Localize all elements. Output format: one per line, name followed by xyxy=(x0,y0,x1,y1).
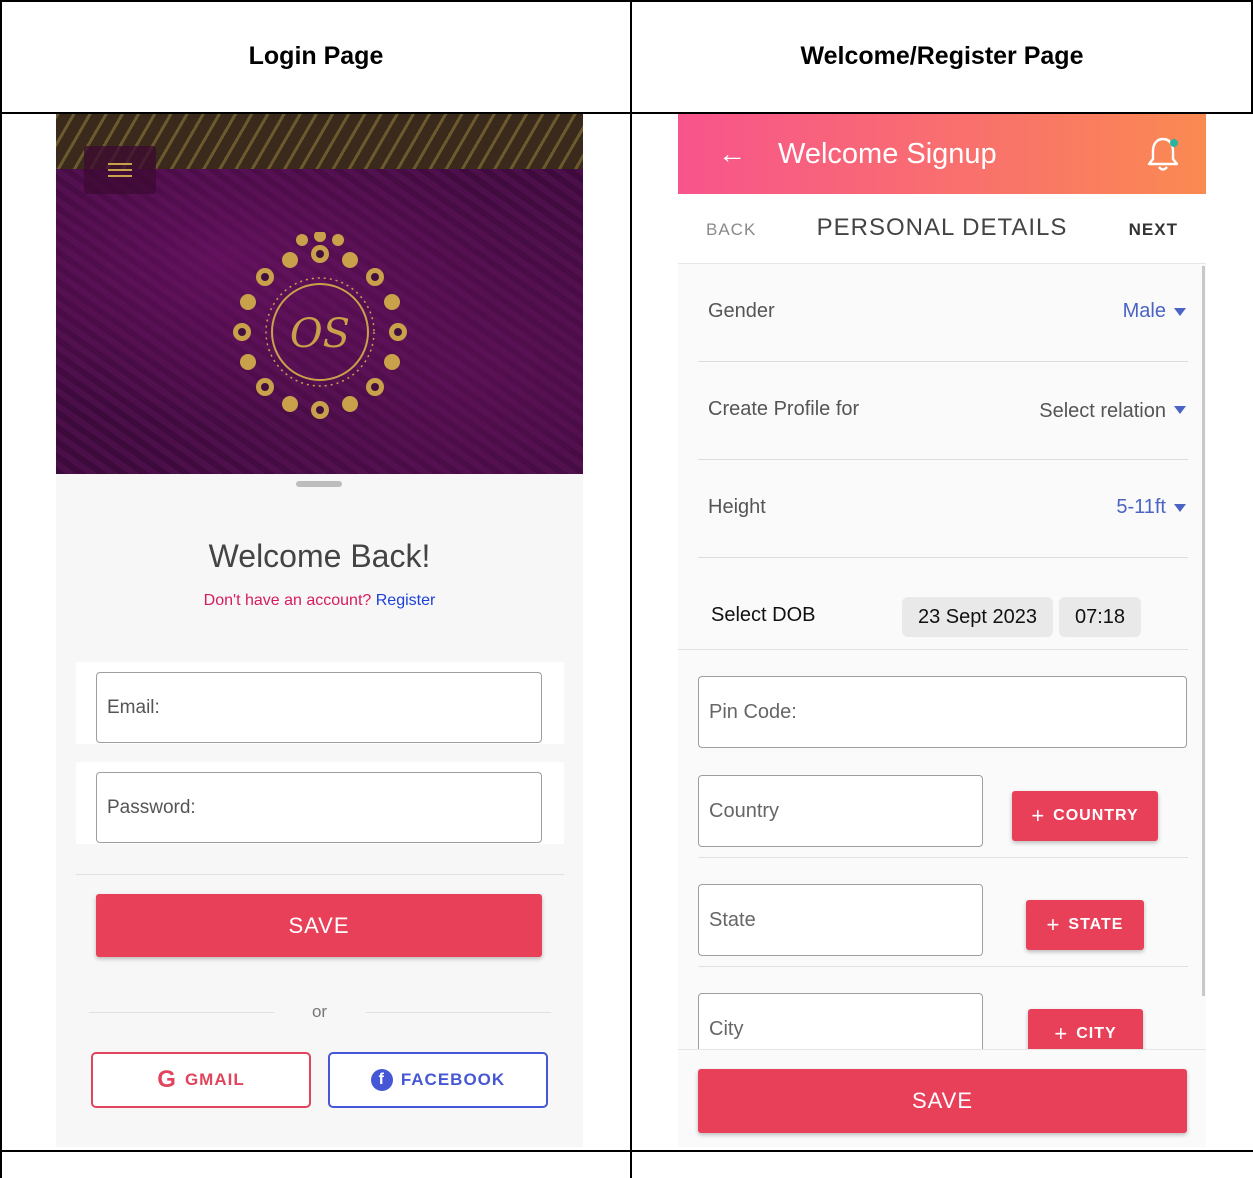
stepper-bar: BACK PERSONAL DETAILS NEXT xyxy=(678,194,1206,264)
dropdown-caret-icon xyxy=(1174,504,1186,512)
email-card: Email: xyxy=(76,662,564,744)
relation-label: Create Profile for xyxy=(708,398,860,420)
welcome-title: Welcome Back! xyxy=(208,538,431,574)
gmail-label: GMAIL xyxy=(184,1070,245,1089)
add-state-label: STATE xyxy=(1068,916,1124,933)
account-question: Don't have an account? xyxy=(203,592,372,609)
height-label: Height xyxy=(708,496,766,518)
scrollbar[interactable] xyxy=(1202,266,1205,996)
dob-date-chip[interactable]: 23 Sept 2023 xyxy=(902,597,1053,637)
dob-label: Select DOB xyxy=(711,604,816,626)
add-country-label: COUNTRY xyxy=(1053,807,1139,824)
plus-icon: + xyxy=(1031,803,1046,828)
table-border-mid xyxy=(630,0,632,1178)
password-field[interactable]: Password: xyxy=(96,772,542,843)
gender-label: Gender xyxy=(708,300,775,322)
email-field[interactable]: Email: xyxy=(96,672,542,743)
facebook-label: FACEBOOK xyxy=(400,1070,506,1089)
gmail-button[interactable]: G GMAIL xyxy=(91,1052,311,1108)
step-next-button[interactable]: NEXT xyxy=(1129,220,1178,240)
brand-mandala-logo: OS xyxy=(233,232,407,419)
country-divider xyxy=(698,857,1188,858)
height-row[interactable]: Height 5-11ft xyxy=(698,460,1188,558)
app-bar: ← Welcome Signup xyxy=(678,114,1206,194)
notification-bell-icon[interactable] xyxy=(1146,135,1180,173)
sheet-drag-handle[interactable] xyxy=(296,481,342,487)
plus-icon: + xyxy=(1054,1021,1069,1046)
table-row-divider-bottom xyxy=(0,1150,1253,1152)
hamburger-icon xyxy=(108,163,132,177)
menu-button[interactable] xyxy=(84,146,156,194)
notification-dot xyxy=(1170,139,1178,147)
password-card: Password: xyxy=(76,762,564,844)
dob-row: Select DOB 23 Sept 2023 07:18 xyxy=(678,559,1188,650)
dropdown-caret-icon xyxy=(1174,406,1186,414)
google-icon: G xyxy=(157,1066,177,1093)
dob-time-chip[interactable]: 07:18 xyxy=(1059,597,1141,637)
register-link[interactable]: Register xyxy=(376,592,436,609)
logo-initials: OS xyxy=(290,311,350,357)
relation-select[interactable]: Select relation xyxy=(1039,400,1166,423)
gender-row[interactable]: Gender Male xyxy=(698,264,1188,362)
back-arrow-icon[interactable]: ← xyxy=(718,138,758,170)
column-header-register: Welcome/Register Page xyxy=(800,41,1084,70)
appbar-title: Welcome Signup xyxy=(778,137,997,170)
step-title: PERSONAL DETAILS xyxy=(816,214,1068,241)
relation-row[interactable]: Create Profile for Select relation xyxy=(698,362,1188,460)
login-save-button[interactable]: SAVE xyxy=(96,894,542,957)
facebook-icon: f xyxy=(370,1069,393,1091)
form-divider xyxy=(76,874,564,875)
dropdown-caret-icon xyxy=(1174,308,1186,316)
country-field[interactable]: Country xyxy=(698,775,983,847)
pincode-field[interactable]: Pin Code: xyxy=(698,676,1187,748)
login-screen: OS Welcome Back! Don't have an account? … xyxy=(56,114,583,1147)
register-prompt: Don't have an account? Register xyxy=(56,592,583,610)
state-divider xyxy=(698,966,1188,967)
facebook-button[interactable]: f FACEBOOK xyxy=(328,1052,548,1108)
hero-banner: OS xyxy=(56,114,583,474)
gender-select[interactable]: Male xyxy=(1123,300,1166,323)
height-select[interactable]: 5-11ft xyxy=(1116,496,1166,519)
or-divider-right xyxy=(366,1012,551,1013)
state-field[interactable]: State xyxy=(698,884,983,956)
table-border-left xyxy=(0,0,2,1178)
plus-icon: + xyxy=(1046,912,1061,937)
column-header-login: Login Page xyxy=(248,41,384,70)
add-country-button[interactable]: + COUNTRY xyxy=(1012,791,1158,841)
register-save-button[interactable]: SAVE xyxy=(698,1069,1187,1133)
add-city-label: CITY xyxy=(1076,1025,1117,1042)
register-screen: ← Welcome Signup BACK PERSONAL DETAILS N… xyxy=(678,114,1206,1147)
add-state-button[interactable]: + STATE xyxy=(1026,900,1144,950)
